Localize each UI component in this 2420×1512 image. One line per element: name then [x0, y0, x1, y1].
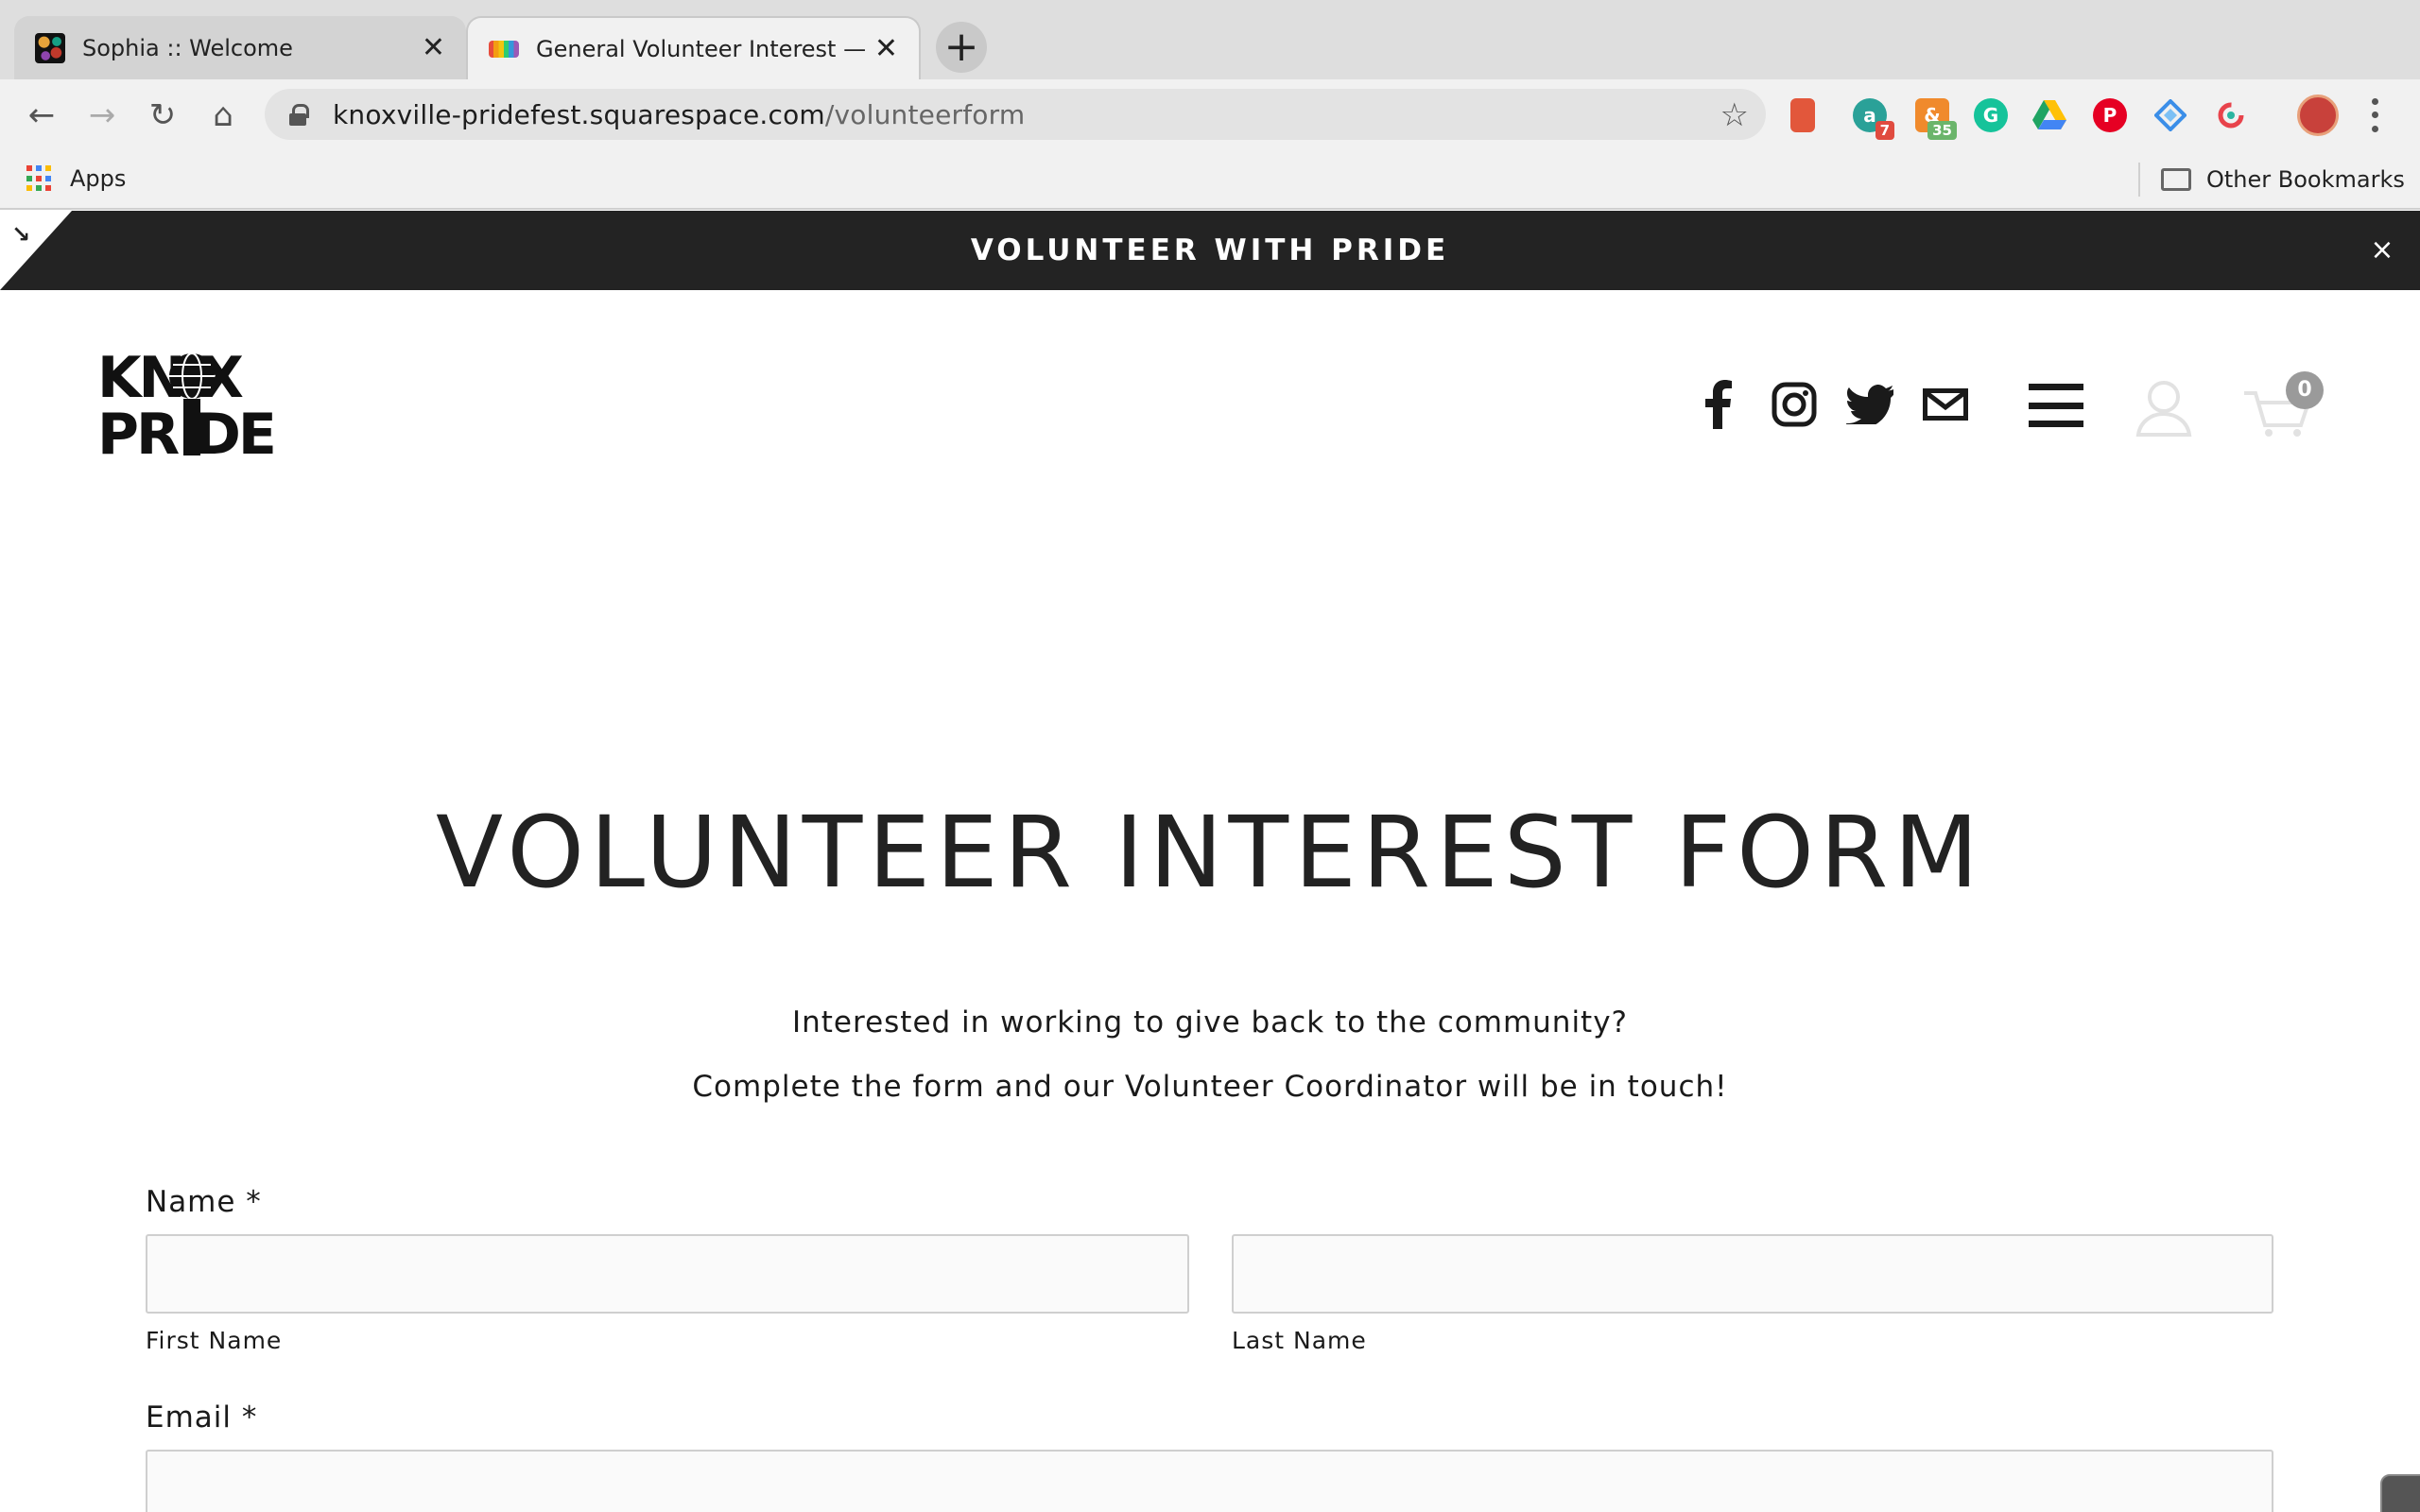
- instagram-icon[interactable]: [1768, 378, 1821, 431]
- profile-avatar[interactable]: [2297, 94, 2339, 136]
- browser-menu-icon[interactable]: [2365, 94, 2384, 136]
- tab-volunteer-interest[interactable]: General Volunteer Interest — K ✕: [466, 16, 921, 79]
- announcement-bar[interactable]: VOLUNTEER WITH PRIDE ×: [0, 211, 2420, 290]
- bookmarks-bar: Apps Other Bookmarks: [0, 149, 2420, 210]
- collapse-arrow-icon[interactable]: ↘: [11, 221, 30, 248]
- new-tab-button[interactable]: +: [936, 22, 987, 73]
- menu-hamburger-icon[interactable]: [2029, 384, 2083, 427]
- social-links: [1692, 378, 1995, 431]
- apps-grid-icon: [26, 165, 53, 192]
- facebook-icon[interactable]: [1692, 378, 1745, 431]
- back-icon[interactable]: ←: [23, 96, 60, 134]
- other-bookmarks[interactable]: Other Bookmarks: [2138, 163, 2405, 197]
- intro-line-2: Complete the form and our Volunteer Coor…: [692, 1070, 1728, 1104]
- extension-ampersand-icon[interactable]: & 35: [1915, 98, 1957, 140]
- name-field-label: Name *: [146, 1185, 262, 1219]
- google-drive-icon[interactable]: [2032, 98, 2066, 132]
- sophia-favicon-icon: [35, 32, 65, 63]
- c-extension-icon[interactable]: [2214, 98, 2248, 132]
- url-host: knoxville-pridefest.squarespace.com: [333, 98, 825, 130]
- forward-icon[interactable]: →: [83, 96, 121, 134]
- folder-icon: [2161, 168, 2191, 191]
- address-bar[interactable]: knoxville-pridefest.squarespace.com/volu…: [265, 89, 1766, 140]
- tab-title: General Volunteer Interest — K: [536, 35, 865, 62]
- office-icon[interactable]: [1790, 98, 1815, 132]
- first-name-input[interactable]: [146, 1234, 1189, 1314]
- first-name-label: First Name: [146, 1327, 283, 1354]
- tab-close-icon[interactable]: ✕: [874, 34, 898, 63]
- account-icon[interactable]: [2135, 378, 2193, 437]
- announcement-close-icon[interactable]: ×: [2363, 232, 2401, 269]
- knox-pride-logo[interactable]: KN X PR DE: [97, 345, 286, 468]
- page-title: VOLUNTEER INTEREST FORM: [435, 795, 1985, 910]
- pinterest-icon[interactable]: P: [2093, 98, 2127, 132]
- browser-toolbar: ← → ↻ ⌂ knoxville-pridefest.squarespace.…: [0, 79, 2420, 149]
- diamond-extension-icon[interactable]: [2153, 98, 2187, 132]
- intro-line-1: Interested in working to give back to th…: [791, 1005, 1629, 1040]
- tab-sophia-welcome[interactable]: Sophia :: Welcome ✕: [14, 16, 466, 79]
- apps-label: Apps: [70, 165, 127, 192]
- last-name-label: Last Name: [1232, 1327, 1367, 1354]
- bookmark-star-icon[interactable]: ☆: [1720, 96, 1749, 134]
- cart-count-badge: 0: [2286, 371, 2324, 409]
- extension-badge: 7: [1875, 121, 1894, 140]
- reload-icon[interactable]: ↻: [144, 96, 182, 134]
- email-input[interactable]: [146, 1450, 2273, 1512]
- twitter-icon[interactable]: [1843, 378, 1896, 431]
- home-icon[interactable]: ⌂: [204, 96, 242, 134]
- grammarly-icon[interactable]: G: [1974, 98, 2008, 132]
- browser-tab-strip: Sophia :: Welcome ✕ General Volunteer In…: [0, 0, 2420, 79]
- apps-bookmark[interactable]: Apps: [26, 165, 126, 192]
- email-icon[interactable]: [1919, 378, 1972, 431]
- url-text: knoxville-pridefest.squarespace.com/volu…: [333, 99, 1025, 130]
- announcement-text[interactable]: VOLUNTEER WITH PRIDE: [0, 211, 2420, 290]
- tab-close-icon[interactable]: ✕: [422, 33, 445, 62]
- other-bookmarks-label: Other Bookmarks: [2206, 166, 2405, 193]
- email-field-label: Email *: [146, 1400, 258, 1435]
- lock-icon: [289, 104, 309, 126]
- extension-badge: 35: [1927, 121, 1957, 140]
- last-name-input[interactable]: [1232, 1234, 2273, 1314]
- url-path: /volunteerform: [824, 98, 1026, 130]
- floating-widget[interactable]: [2380, 1474, 2420, 1512]
- extension-a-icon[interactable]: a7: [1853, 98, 1894, 140]
- knox-pride-favicon-icon: [489, 40, 519, 58]
- tab-title: Sophia :: Welcome: [82, 34, 293, 61]
